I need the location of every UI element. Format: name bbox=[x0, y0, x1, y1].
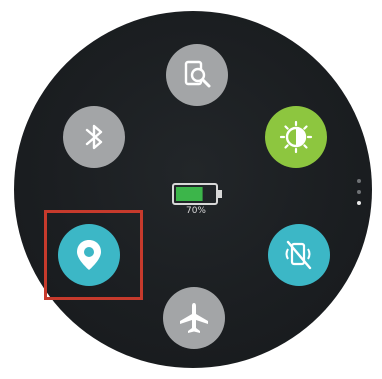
page-indicator bbox=[356, 179, 362, 211]
brightness-icon bbox=[279, 120, 313, 154]
bluetooth-icon bbox=[85, 124, 103, 150]
page-dot-active bbox=[357, 201, 361, 205]
airplane-mode-button[interactable] bbox=[163, 287, 225, 349]
airplane-icon bbox=[180, 303, 208, 333]
bluetooth-button[interactable] bbox=[63, 106, 125, 168]
battery-indicator bbox=[172, 182, 224, 222]
find-device-button[interactable] bbox=[166, 44, 228, 106]
screen: 70% bbox=[0, 0, 382, 379]
battery-fill bbox=[176, 187, 203, 201]
sound-off-button[interactable] bbox=[268, 224, 330, 286]
find-device-icon bbox=[184, 60, 211, 88]
page-dot bbox=[357, 179, 361, 183]
page-dot bbox=[357, 190, 361, 194]
battery-percent-label: 70% bbox=[185, 206, 206, 216]
location-button[interactable] bbox=[58, 224, 120, 286]
sound-off-icon bbox=[285, 240, 312, 270]
battery-icon bbox=[172, 183, 222, 205]
location-pin-icon bbox=[77, 240, 101, 270]
brightness-button[interactable] bbox=[265, 106, 327, 168]
